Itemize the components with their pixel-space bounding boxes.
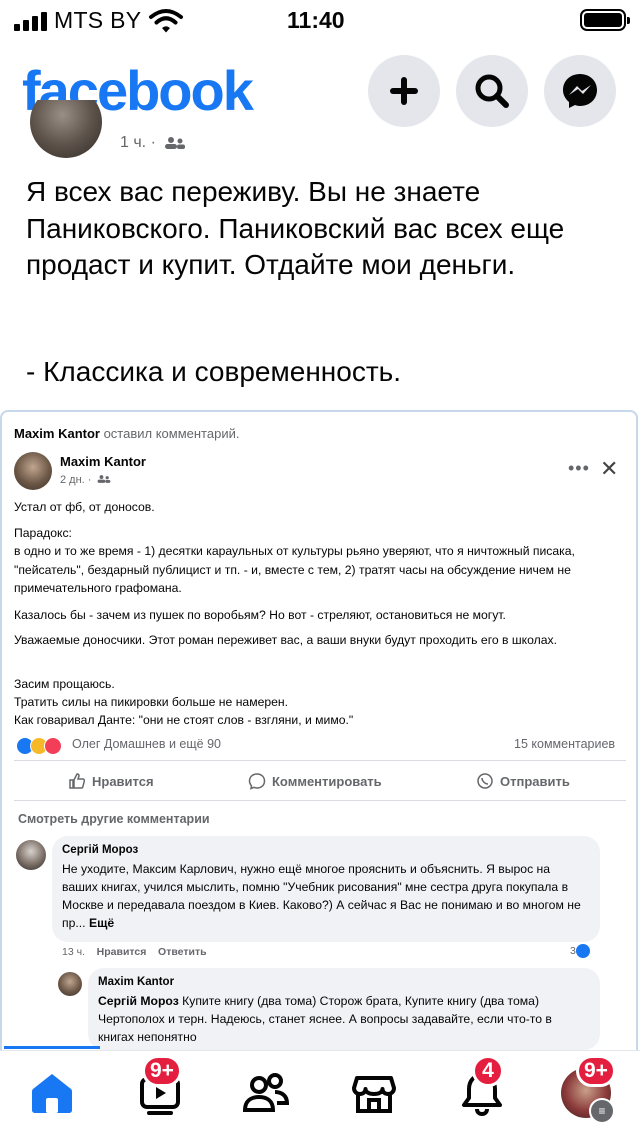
comment-author: Сергій Мороз [62,844,139,856]
messenger-icon [563,74,597,108]
notification-badge: 4 [472,1055,504,1087]
bottom-nav: 9+ 4 ≡ 9+ [0,1050,640,1137]
like-action: Нравится [68,772,154,790]
signal-icon [14,12,47,31]
notification-badge: 9+ [576,1055,616,1087]
friends-audience-icon [165,136,186,149]
comment-meta: 13 ч. Нравится Ответить [62,946,207,958]
nav-home[interactable] [22,1065,82,1121]
comment-bubble: Сергій Мороз Не уходите, Максим Карлович… [52,836,600,942]
friends-audience-icon [97,475,110,483]
embedded-paragraph: Засим прощаюсь. [14,677,115,691]
comment-reactions: 3 [570,944,590,958]
messenger-button[interactable] [544,55,616,127]
comment-action: Комментировать [248,772,382,790]
post-signoff: - Классика и современность. [26,356,402,387]
divider [14,760,626,761]
like-reaction-icon [575,944,590,958]
reply-text: Сергій Мороз Купите книгу (два тома) Сто… [98,994,552,1044]
post-image[interactable]: Maxim Kantor оставил комментарий. Maxim … [0,410,638,1060]
embedded-paragraph: в одно и то же время - 1) десятки караул… [14,544,575,595]
menu-icon: ≡ [589,1098,615,1124]
reactions-summary: Олег Домашнев и ещё 90 [72,737,221,751]
post-time: 1 ч. · [120,134,186,152]
plus-icon [390,77,418,105]
embedded-caption: Maxim Kantor оставил комментарий. [14,426,240,441]
battery-icon [580,9,630,31]
create-button[interactable] [368,55,440,127]
status-bar: MTS BY 11:40 [0,0,640,42]
comment-icon [248,773,266,790]
thumbs-up-icon [69,773,86,789]
whatsapp-icon [477,773,493,789]
embedded-paragraph: Как говаривал Данте: "они не стоят слов … [14,713,354,727]
wifi-icon [149,9,183,33]
commenter-avatar [16,840,46,870]
post-text: Я всех вас переживу. Вы не знаете Панико… [26,176,565,280]
author-avatar[interactable] [30,100,102,158]
friends-icon [242,1073,290,1112]
embedded-paragraph: Уважаемые доносчики. Этот роман переживе… [14,633,558,647]
nav-notifications[interactable]: 4 [452,1055,512,1121]
divider [14,800,626,801]
comments-count: 15 комментариев [514,737,616,751]
nav-friends[interactable] [236,1065,296,1121]
reply-bubble: Maxim Kantor Сергій Мороз Купите книгу (… [88,968,600,1050]
reply-author: Maxim Kantor [98,976,175,988]
search-icon [475,74,509,108]
close-icon: ✕ [600,456,619,481]
embedded-author-avatar [14,452,52,490]
clock: 11:40 [287,7,345,33]
nav-menu[interactable]: ≡ 9+ [556,1055,616,1124]
embedded-post-time: 2 дн. · [60,474,111,486]
image-progress [4,1046,100,1049]
share-action: Отправить [476,772,570,790]
embedded-author-name: Maxim Kantor [60,454,146,469]
embedded-paragraph: Тратить силы на пикировки больше не наме… [14,695,289,709]
search-button[interactable] [456,55,528,127]
nav-marketplace[interactable] [344,1065,404,1121]
more-options-icon: ••• [568,458,590,478]
see-more-comments: Смотреть другие комментарии [18,812,210,826]
home-icon [32,1074,72,1113]
notification-badge: 9+ [142,1055,182,1087]
reply-avatar [58,972,82,996]
embedded-paragraph: Парадокс: [14,526,72,540]
carrier-label: MTS BY [54,7,142,33]
embedded-paragraph: Казалось бы - зачем из пушек по воробьям… [14,608,506,622]
nav-video[interactable]: 9+ [130,1055,190,1121]
reaction-icons [16,737,62,755]
embedded-paragraph: Устал от фб, от доносов. [14,500,155,514]
marketplace-icon [352,1076,396,1113]
comment-text: Не уходите, Максим Карлович, нужно ещё м… [62,862,581,930]
